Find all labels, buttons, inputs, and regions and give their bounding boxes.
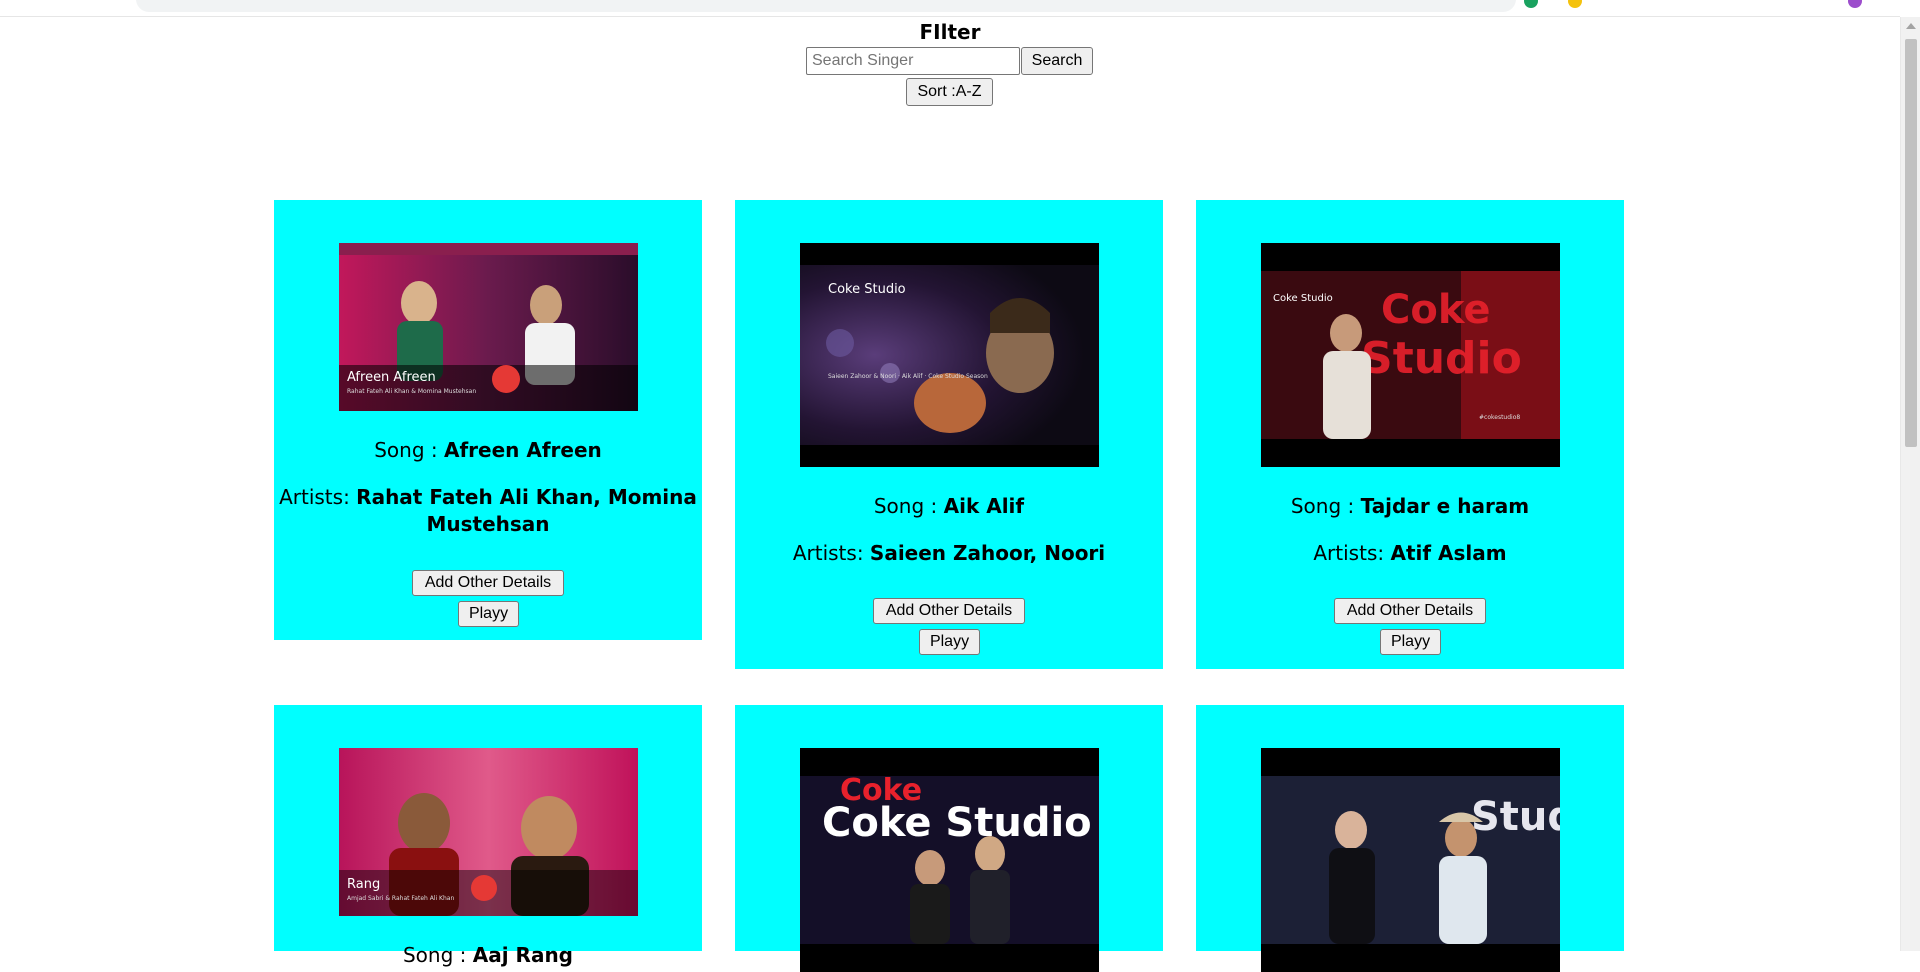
search-bar: Search bbox=[806, 47, 1093, 75]
song-prefix: Song : bbox=[1290, 494, 1361, 518]
song-card: Coke Studio Saieen Zahoor & Noori · Aik … bbox=[735, 200, 1163, 669]
song-thumbnail[interactable]: Afreen Afreen Rahat Fateh Ali Khan & Mom… bbox=[339, 243, 638, 411]
thumbnail-image: Coke Studio Coke Studio #cokestudio8 bbox=[1261, 243, 1560, 467]
thumbnail-caption: Coke Studio bbox=[1273, 293, 1333, 304]
song-name: Aaj Rang bbox=[472, 943, 573, 967]
song-thumbnail[interactable]: Studio bbox=[1261, 748, 1560, 972]
song-thumbnail[interactable]: Rang Amjad Sabri & Rahat Fateh Ali Khan bbox=[339, 748, 638, 916]
thumbnail-image: Afreen Afreen Rahat Fateh Ali Khan & Mom… bbox=[339, 243, 638, 411]
song-card: Rang Amjad Sabri & Rahat Fateh Ali Khan … bbox=[274, 705, 702, 967]
song-card: Studio bbox=[1196, 705, 1624, 972]
song-thumbnail[interactable]: Coke Coke Studio bbox=[800, 748, 1099, 972]
scroll-up-arrow-icon[interactable] bbox=[1906, 23, 1916, 29]
scrollbar-thumb[interactable] bbox=[1905, 39, 1917, 447]
thumbnail-image: Rang Amjad Sabri & Rahat Fateh Ali Khan bbox=[339, 748, 638, 916]
artists-line: Artists: Rahat Fateh Ali Khan, Momina bbox=[274, 484, 702, 511]
page-scrollbar[interactable] bbox=[1900, 17, 1920, 951]
song-title-line: Song : Tajdar e haram bbox=[1196, 493, 1624, 520]
add-other-details-button[interactable]: Add Other Details bbox=[412, 570, 564, 596]
song-name: Afreen Afreen bbox=[443, 438, 602, 462]
thumbnail-subcaption: Rahat Fateh Ali Khan & Momina Mustehsan bbox=[347, 388, 476, 395]
play-button[interactable]: Playy bbox=[919, 629, 980, 655]
thumbnail-caption: Coke Studio bbox=[828, 282, 906, 297]
artists-line: Artists: Atif Aslam bbox=[1196, 540, 1624, 567]
artists-names: Rahat Fateh Ali Khan, Momina bbox=[356, 485, 697, 509]
extension-icon[interactable] bbox=[1524, 0, 1538, 8]
play-button[interactable]: Playy bbox=[1380, 629, 1441, 655]
artists-prefix: Artists: bbox=[279, 485, 357, 509]
song-prefix: Song : bbox=[873, 494, 944, 518]
search-button[interactable]: Search bbox=[1021, 47, 1093, 75]
sort-az-button[interactable]: Sort :A-Z bbox=[906, 78, 993, 106]
filter-heading: FIlter bbox=[919, 20, 981, 44]
extension-icon[interactable] bbox=[1568, 0, 1582, 8]
profile-avatar[interactable] bbox=[1848, 0, 1862, 8]
artists-names: Atif Aslam bbox=[1390, 541, 1507, 565]
song-name: Tajdar e haram bbox=[1360, 494, 1530, 518]
artists-names: Mustehsan bbox=[426, 512, 550, 536]
artists-line: Artists: Saieen Zahoor, Noori bbox=[735, 540, 1163, 567]
thumbnail-subcaption: Saieen Zahoor & Noori · Aik Alif · Coke … bbox=[828, 373, 988, 380]
song-title-line: Song : Aik Alif bbox=[735, 493, 1163, 520]
svg-text:Coke: Coke bbox=[1381, 287, 1491, 333]
song-thumbnail[interactable]: Coke Studio Coke Studio #cokestudio8 bbox=[1261, 243, 1560, 467]
add-other-details-button[interactable]: Add Other Details bbox=[1334, 598, 1486, 624]
add-other-details-button[interactable]: Add Other Details bbox=[873, 598, 1025, 624]
thumbnail-image: Coke Coke Studio bbox=[800, 748, 1099, 972]
artists-line-continued: Mustehsan bbox=[274, 511, 702, 538]
search-singer-input[interactable] bbox=[806, 47, 1020, 75]
play-button[interactable]: Playy bbox=[458, 601, 519, 627]
svg-text:Studio: Studio bbox=[1361, 333, 1522, 384]
song-thumbnail[interactable]: Coke Studio Saieen Zahoor & Noori · Aik … bbox=[800, 243, 1099, 467]
thumbnail-image: Studio bbox=[1261, 748, 1560, 972]
thumbnail-subcaption: Amjad Sabri & Rahat Fateh Ali Khan bbox=[347, 895, 454, 902]
thumbnail-caption: Afreen Afreen bbox=[347, 370, 436, 385]
song-card: Afreen Afreen Rahat Fateh Ali Khan & Mom… bbox=[274, 200, 702, 640]
thumbnail-caption: Rang bbox=[347, 877, 380, 892]
browser-toolbar bbox=[0, 0, 1900, 17]
song-name: Aik Alif bbox=[943, 494, 1025, 518]
thumbnail-subcaption: #cokestudio8 bbox=[1479, 414, 1520, 421]
song-card: Coke Studio Coke Studio #cokestudio8 Son… bbox=[1196, 200, 1624, 669]
song-title-line: Song : Afreen Afreen bbox=[274, 437, 702, 464]
song-prefix: Song : bbox=[402, 943, 473, 967]
thumbnail-caption: Coke Studio bbox=[822, 800, 1092, 846]
song-card: Coke Coke Studio bbox=[735, 705, 1163, 972]
artists-prefix: Artists: bbox=[792, 541, 870, 565]
artists-names: Saieen Zahoor, Noori bbox=[869, 541, 1106, 565]
address-bar[interactable] bbox=[136, 0, 1516, 12]
thumbnail-image: Coke Studio Saieen Zahoor & Noori · Aik … bbox=[800, 243, 1099, 467]
thumbnail-caption: Studio bbox=[1471, 794, 1560, 840]
song-prefix: Song : bbox=[374, 438, 444, 462]
song-title-line: Song : Aaj Rang bbox=[274, 942, 702, 969]
artists-prefix: Artists: bbox=[1313, 541, 1391, 565]
